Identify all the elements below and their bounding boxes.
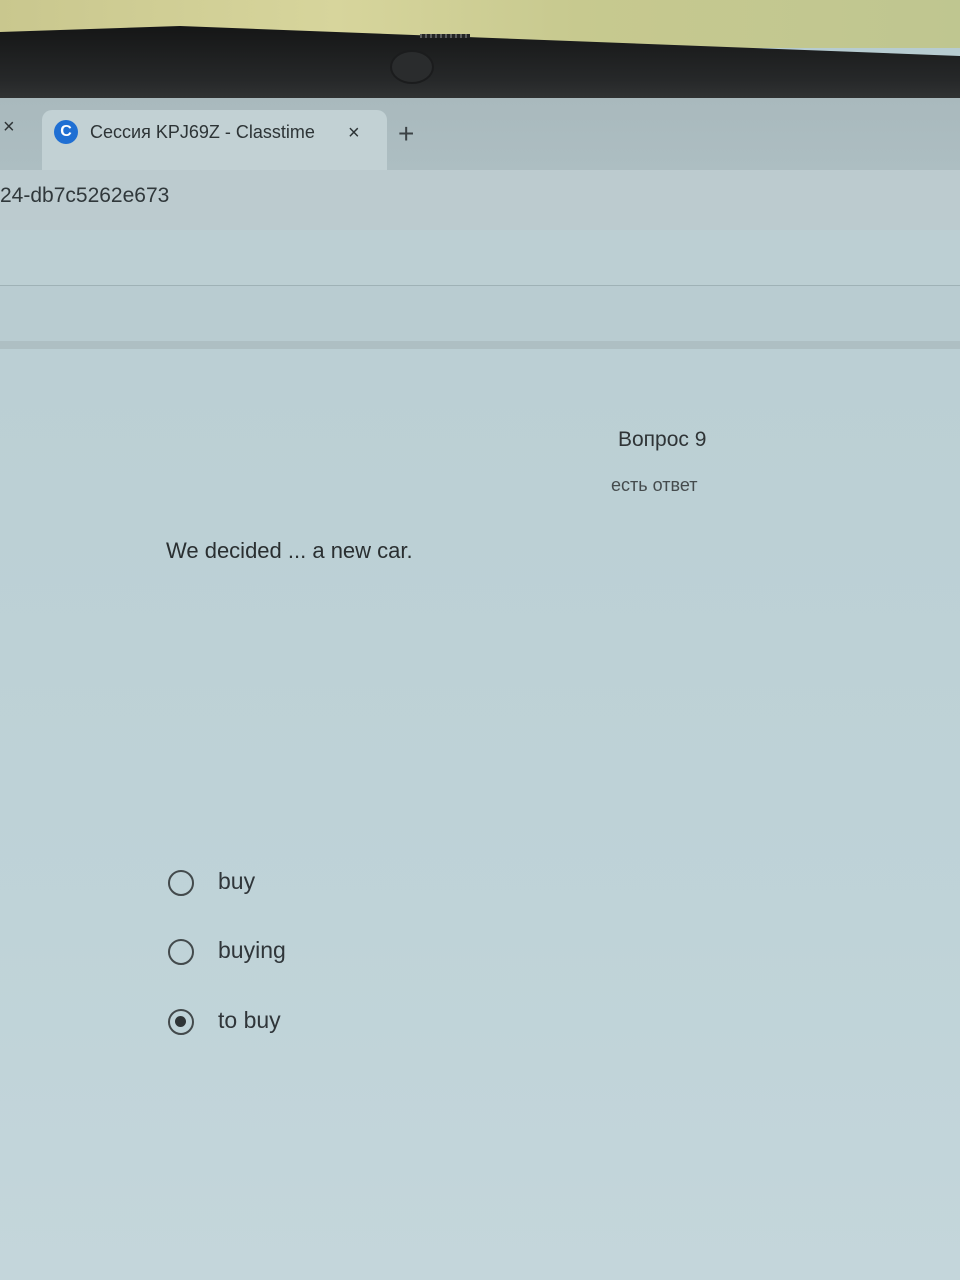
- screen: × C Сессия KPJ69Z - Classtime × + 24-db7…: [0, 98, 960, 1280]
- close-icon[interactable]: ×: [3, 116, 15, 139]
- camera-grille: [420, 34, 470, 38]
- new-tab-icon[interactable]: +: [398, 120, 414, 148]
- radio-button[interactable]: [168, 870, 194, 896]
- quiz-content: Вопрос 9 есть ответ We decided ... a new…: [0, 349, 960, 1280]
- classtime-logo-icon: C: [54, 120, 78, 144]
- address-bar[interactable]: 24-db7c5262e673: [0, 170, 960, 230]
- page-header: [0, 286, 960, 349]
- webcam: [390, 50, 434, 84]
- option-label: to buy: [218, 1007, 281, 1033]
- tab-title: Сессия KPJ69Z - Classtime: [90, 122, 315, 142]
- radio-button[interactable]: [168, 939, 194, 965]
- radio-button-selected[interactable]: [168, 1009, 194, 1035]
- tab-strip: × C Сессия KPJ69Z - Classtime × +: [0, 98, 960, 170]
- tab-classtime-session[interactable]: C Сессия KPJ69Z - Classtime ×: [42, 110, 387, 170]
- answer-status: есть ответ: [611, 475, 698, 495]
- option-label: buy: [218, 868, 256, 894]
- option-label: buying: [218, 937, 286, 963]
- tab-close-icon[interactable]: ×: [348, 122, 360, 145]
- question-text: We decided ... a new car.: [166, 538, 413, 563]
- page-toolbar: [0, 230, 960, 286]
- question-number: Вопрос 9: [618, 428, 707, 451]
- url-text: 24-db7c5262e673: [0, 184, 170, 207]
